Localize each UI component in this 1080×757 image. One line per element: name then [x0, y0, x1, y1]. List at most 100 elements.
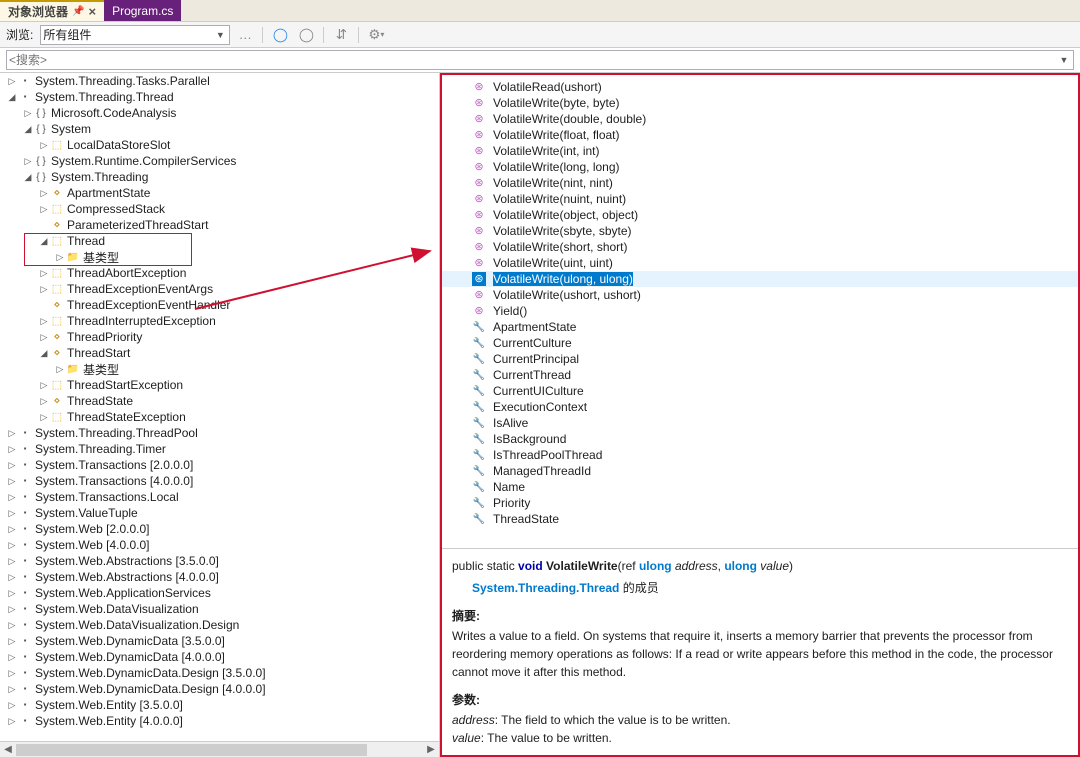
- tree-item[interactable]: ▷System.Runtime.CompilerServices: [0, 153, 439, 169]
- member-item[interactable]: VolatileWrite(long, long): [442, 159, 1078, 175]
- tree-item[interactable]: ▷ThreadStartException: [0, 377, 439, 393]
- tab-program-cs[interactable]: Program.cs: [104, 0, 181, 21]
- expand-icon[interactable]: ◢: [38, 348, 50, 359]
- tree-item[interactable]: ▷ThreadExceptionEventArgs: [0, 281, 439, 297]
- tree-item[interactable]: ▷▪System.Transactions.Local: [0, 489, 439, 505]
- expand-icon[interactable]: ▷: [6, 572, 18, 583]
- member-item[interactable]: VolatileWrite(ushort, ushort): [442, 287, 1078, 303]
- expand-icon[interactable]: ▷: [6, 604, 18, 615]
- back-button[interactable]: ◯: [269, 25, 291, 45]
- type-link[interactable]: ulong: [724, 559, 757, 573]
- tree-item[interactable]: ▷▪System.Web.DataVisualization.Design: [0, 617, 439, 633]
- tree-item[interactable]: ▷ThreadPriority: [0, 329, 439, 345]
- expand-icon[interactable]: ▷: [6, 716, 18, 727]
- member-item[interactable]: ExecutionContext: [442, 399, 1078, 415]
- member-item[interactable]: Priority: [442, 495, 1078, 511]
- tree-item[interactable]: ▷LocalDataStoreSlot: [0, 137, 439, 153]
- expand-icon[interactable]: ▷: [38, 204, 50, 215]
- expand-icon[interactable]: ◢: [22, 124, 34, 135]
- member-item[interactable]: CurrentUICulture: [442, 383, 1078, 399]
- tree-item[interactable]: ▷▪System.Web.DataVisualization: [0, 601, 439, 617]
- expand-icon[interactable]: ▷: [6, 620, 18, 631]
- expand-icon[interactable]: ▷: [6, 588, 18, 599]
- tree-item[interactable]: ▷CompressedStack: [0, 201, 439, 217]
- horizontal-scrollbar[interactable]: ◀ ▶: [0, 741, 439, 757]
- members-list[interactable]: VolatileRead(ushort)VolatileWrite(byte, …: [442, 75, 1078, 548]
- tree-item[interactable]: ▷ApartmentState: [0, 185, 439, 201]
- expand-icon[interactable]: ▷: [38, 188, 50, 199]
- member-item[interactable]: IsAlive: [442, 415, 1078, 431]
- tree-item[interactable]: ◢Thread: [0, 233, 439, 249]
- tree-item[interactable]: ▷▪System.Web.Entity [3.5.0.0]: [0, 697, 439, 713]
- tree-item[interactable]: ParameterizedThreadStart: [0, 217, 439, 233]
- tree-item[interactable]: ▷ThreadInterruptedException: [0, 313, 439, 329]
- tree-item[interactable]: ◢▪System.Threading.Thread: [0, 89, 439, 105]
- expand-icon[interactable]: ▷: [6, 76, 18, 87]
- expand-icon[interactable]: ▷: [38, 284, 50, 295]
- expand-icon[interactable]: ▷: [6, 540, 18, 551]
- search-input[interactable]: ▼: [6, 50, 1074, 70]
- scroll-thumb[interactable]: [16, 744, 367, 756]
- member-item[interactable]: VolatileWrite(byte, byte): [442, 95, 1078, 111]
- member-item[interactable]: CurrentThread: [442, 367, 1078, 383]
- member-item[interactable]: IsThreadPoolThread: [442, 447, 1078, 463]
- member-item[interactable]: VolatileRead(ushort): [442, 79, 1078, 95]
- chevron-down-icon[interactable]: ▼: [1057, 55, 1071, 65]
- tree-item[interactable]: ▷▪System.Threading.Timer: [0, 441, 439, 457]
- member-item[interactable]: Name: [442, 479, 1078, 495]
- member-item[interactable]: ApartmentState: [442, 319, 1078, 335]
- tree-item[interactable]: ▷▪System.Web [4.0.0.0]: [0, 537, 439, 553]
- search-field[interactable]: [9, 53, 1057, 67]
- tree-item[interactable]: ▷基类型: [0, 361, 439, 377]
- member-item[interactable]: VolatileWrite(int, int): [442, 143, 1078, 159]
- tree-item[interactable]: ▷▪System.Transactions [2.0.0.0]: [0, 457, 439, 473]
- tree-item[interactable]: ◢System: [0, 121, 439, 137]
- expand-icon[interactable]: ▷: [38, 268, 50, 279]
- tree-item[interactable]: ▷▪System.Web.DynamicData.Design [4.0.0.0…: [0, 681, 439, 697]
- tree-item[interactable]: ▷▪System.Threading.ThreadPool: [0, 425, 439, 441]
- expand-icon[interactable]: ▷: [38, 332, 50, 343]
- expand-icon[interactable]: ▷: [6, 700, 18, 711]
- tree-item[interactable]: ▷▪System.Web.DynamicData [3.5.0.0]: [0, 633, 439, 649]
- expand-icon[interactable]: ▷: [22, 156, 34, 167]
- tree-item[interactable]: ▷▪System.Web.ApplicationServices: [0, 585, 439, 601]
- expand-icon[interactable]: ◢: [6, 92, 18, 103]
- expand-icon[interactable]: ▷: [22, 108, 34, 119]
- expand-icon[interactable]: ▷: [6, 444, 18, 455]
- forward-button[interactable]: ◯: [295, 25, 317, 45]
- expand-icon[interactable]: ▷: [38, 412, 50, 423]
- member-item[interactable]: ManagedThreadId: [442, 463, 1078, 479]
- member-item[interactable]: VolatileWrite(object, object): [442, 207, 1078, 223]
- member-item[interactable]: VolatileWrite(short, short): [442, 239, 1078, 255]
- tree-item[interactable]: ▷▪System.Web.Abstractions [3.5.0.0]: [0, 553, 439, 569]
- expand-icon[interactable]: ▷: [6, 492, 18, 503]
- owner-link[interactable]: System.Threading.Thread: [472, 581, 619, 595]
- member-item[interactable]: Yield(): [442, 303, 1078, 319]
- tree-item[interactable]: ▷▪System.Web.DynamicData.Design [3.5.0.0…: [0, 665, 439, 681]
- expand-icon[interactable]: ▷: [6, 636, 18, 647]
- tree-item[interactable]: ▷▪System.Web.Abstractions [4.0.0.0]: [0, 569, 439, 585]
- expand-icon[interactable]: ◢: [38, 236, 50, 247]
- member-item[interactable]: VolatileWrite(sbyte, sbyte): [442, 223, 1078, 239]
- tree-item[interactable]: ◢ThreadStart: [0, 345, 439, 361]
- close-icon[interactable]: ×: [88, 4, 96, 19]
- expand-icon[interactable]: ▷: [6, 476, 18, 487]
- member-item[interactable]: VolatileWrite(float, float): [442, 127, 1078, 143]
- expand-icon[interactable]: ▷: [6, 684, 18, 695]
- tree-item[interactable]: ▷基类型: [0, 249, 439, 265]
- expand-icon[interactable]: ▷: [6, 668, 18, 679]
- scroll-right-icon[interactable]: ▶: [423, 742, 439, 757]
- tree-item[interactable]: ThreadExceptionEventHandler: [0, 297, 439, 313]
- expand-icon[interactable]: ▷: [6, 428, 18, 439]
- tree-item[interactable]: ◢System.Threading: [0, 169, 439, 185]
- expand-icon[interactable]: ▷: [6, 508, 18, 519]
- member-item[interactable]: VolatileWrite(double, double): [442, 111, 1078, 127]
- member-item[interactable]: CurrentCulture: [442, 335, 1078, 351]
- tree-item[interactable]: ▷▪System.Web [2.0.0.0]: [0, 521, 439, 537]
- expand-icon[interactable]: ▷: [54, 364, 66, 375]
- tree-item[interactable]: ▷ThreadStateException: [0, 409, 439, 425]
- member-item[interactable]: IsBackground: [442, 431, 1078, 447]
- scroll-left-icon[interactable]: ◀: [0, 742, 16, 757]
- tree-item[interactable]: ▷▪System.Web.DynamicData [4.0.0.0]: [0, 649, 439, 665]
- tree-item[interactable]: ▷▪System.ValueTuple: [0, 505, 439, 521]
